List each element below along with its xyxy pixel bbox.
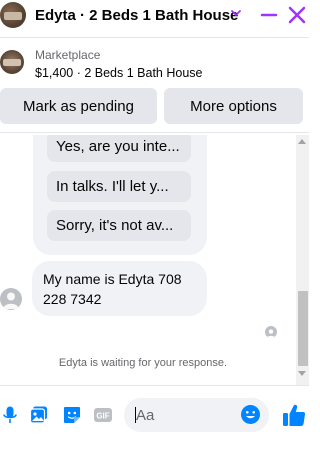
composer-divider (0, 385, 309, 386)
message-input-wrapper[interactable] (124, 398, 269, 432)
listing-thumbnail[interactable] (0, 50, 24, 74)
quick-reply-not-available[interactable]: Sorry, it's not av... (47, 210, 191, 241)
mark-as-pending-button[interactable]: Mark as pending (0, 88, 157, 124)
minimize-icon[interactable] (260, 6, 278, 24)
svg-text:GIF: GIF (96, 412, 109, 421)
chat-header: Edyta · 2 Beds 1 Bath House (0, 0, 309, 32)
chat-divider (0, 132, 309, 133)
microphone-icon[interactable] (0, 405, 20, 425)
close-icon[interactable] (287, 5, 307, 25)
scroll-up-arrow-icon[interactable] (298, 139, 306, 144)
chat-title[interactable]: Edyta · 2 Beds 1 Bath House (35, 7, 238, 24)
quick-reply-interested[interactable]: Yes, are you inte... (47, 135, 191, 162)
more-options-button[interactable]: More options (164, 88, 303, 124)
sender-avatar[interactable] (0, 288, 22, 310)
chevron-down-icon[interactable] (229, 6, 243, 20)
listing-avatar[interactable] (0, 2, 26, 28)
message-bubble: My name is Edyta 708 228 7342 (32, 261, 207, 316)
person-icon (266, 329, 276, 338)
waiting-status: Edyta is waiting for your response. (58, 357, 228, 369)
listing-summary[interactable]: $1,400 · 2 Beds 1 Bath House (35, 66, 202, 80)
person-icon (3, 292, 19, 309)
thumbs-up-icon[interactable] (281, 402, 307, 428)
listing-source-label: Marketplace (35, 48, 101, 62)
chat-thread: Yes, are you inte... In talks. I'll let … (0, 135, 309, 385)
sticker-icon[interactable] (62, 405, 82, 425)
message-input[interactable] (136, 398, 236, 432)
emoji-icon[interactable] (240, 404, 261, 425)
quick-reply-in-talks[interactable]: In talks. I'll let y... (47, 171, 191, 202)
header-divider (0, 37, 309, 38)
seen-receipt-avatar (265, 326, 277, 338)
scroll-down-arrow-icon[interactable] (298, 371, 306, 376)
chat-scrollbar[interactable] (296, 135, 309, 385)
photo-icon[interactable] (29, 405, 49, 425)
scroll-thumb[interactable] (298, 291, 308, 366)
gif-icon[interactable]: GIF (93, 405, 113, 425)
